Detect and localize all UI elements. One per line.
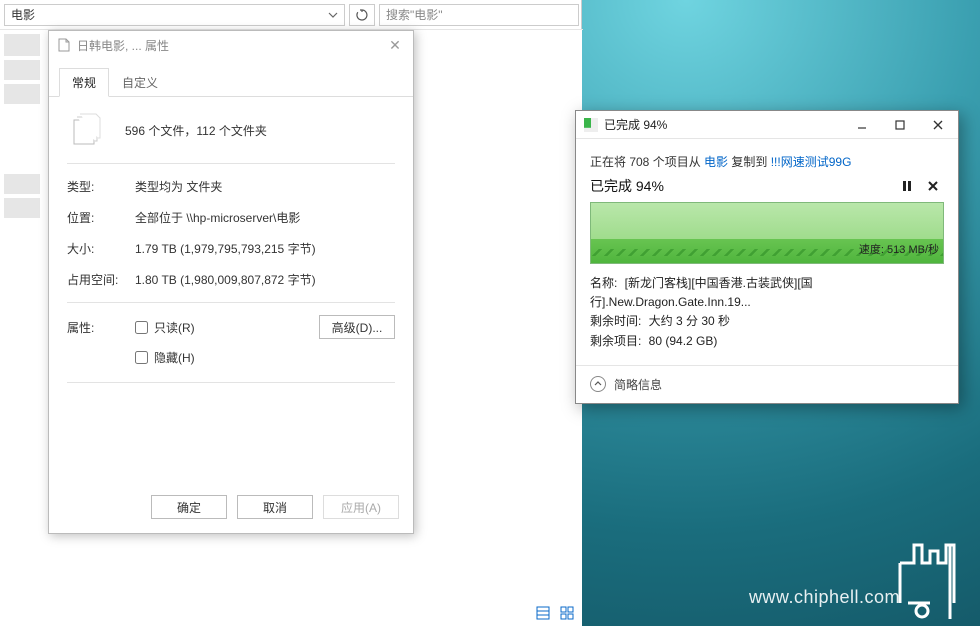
remain-items-label: 剩余项目: — [590, 334, 645, 348]
copy-titlebar[interactable]: 已完成 94% — [576, 111, 958, 139]
type-value: 类型均为 文件夹 — [135, 178, 395, 195]
nav-pane — [0, 30, 44, 626]
copy-dialog: 已完成 94% 正在将 708 个项目从 电影 复制到 !!!网速测试99G 已… — [575, 110, 959, 404]
advanced-button[interactable]: 高级(D)... — [319, 315, 395, 339]
maximize-button[interactable] — [884, 113, 916, 137]
pause-button[interactable] — [896, 176, 918, 196]
size-label: 大小: — [67, 240, 135, 257]
name-value: [新龙门客栈][中国香港.古装武侠][国行].New.Dragon.Gate.I… — [590, 276, 813, 309]
copy-done-text: 已完成 94% — [590, 176, 892, 196]
readonly-checkbox[interactable]: 只读(R) — [135, 319, 319, 336]
nav-item[interactable] — [4, 198, 40, 218]
copy-action-prefix: 正在将 708 个项目从 — [590, 155, 704, 169]
properties-body: 596 个文件，112 个文件夹 类型:类型均为 文件夹 位置:全部位于 \\h… — [49, 97, 413, 399]
collapse-label: 简略信息 — [614, 376, 662, 393]
throughput-chart: 速度: 513 MB/秒 — [590, 202, 944, 264]
type-label: 类型: — [67, 178, 135, 195]
close-button[interactable]: ✕ — [385, 37, 405, 54]
properties-dialog: 日韩电影, ... 属性 ✕ 常规 自定义 596 个文件，112 个文件夹 类… — [48, 30, 414, 534]
watermark-text: www.chiphell.com — [749, 587, 900, 608]
copy-progress-icon — [584, 118, 598, 132]
summary-text: 596 个文件，112 个文件夹 — [125, 122, 267, 139]
search-box[interactable]: 搜索"电影" — [379, 4, 579, 26]
nav-item[interactable] — [4, 84, 40, 104]
close-button[interactable] — [922, 113, 954, 137]
collapse-row[interactable]: 简略信息 — [576, 365, 958, 403]
copy-title: 已完成 94% — [604, 116, 840, 133]
copy-action-line: 正在将 708 个项目从 电影 复制到 !!!网速测试99G — [590, 153, 944, 170]
copy-dst-link[interactable]: !!!网速测试99G — [771, 155, 852, 169]
docstack-icon — [67, 111, 105, 149]
readonly-label: 只读(R) — [154, 319, 195, 336]
copy-meta: 名称: [新龙门客栈][中国香港.古装武侠][国行].New.Dragon.Ga… — [590, 274, 944, 351]
hidden-checkbox[interactable]: 隐藏(H) — [135, 349, 395, 366]
explorer-toolbar: 电影 搜索"电影" — [0, 0, 583, 30]
speed-value: 513 MB/秒 — [887, 244, 939, 256]
address-dropdown-icon[interactable] — [328, 10, 338, 20]
dialog-button-row: 确定 取消 应用(A) — [49, 495, 413, 519]
remain-time-value: 大约 3 分 30 秒 — [649, 314, 730, 328]
size-on-disk-label: 占用空间: — [67, 271, 135, 288]
remain-items-value: 80 (94.2 GB) — [649, 334, 718, 348]
view-details-icon[interactable] — [534, 604, 552, 622]
cancel-button[interactable]: 取消 — [237, 495, 313, 519]
address-text: 电影 — [11, 6, 35, 23]
minimize-button[interactable] — [846, 113, 878, 137]
chevron-up-icon — [590, 376, 606, 392]
size-value: 1.79 TB (1,979,795,793,215 字节) — [135, 240, 395, 257]
properties-title-icon — [57, 38, 71, 52]
location-value: 全部位于 \\hp-microserver\电影 — [135, 209, 395, 226]
name-label: 名称: — [590, 276, 621, 290]
location-label: 位置: — [67, 209, 135, 226]
chart-speed-label: 速度: 513 MB/秒 — [859, 241, 939, 257]
ok-button[interactable]: 确定 — [151, 495, 227, 519]
hidden-label: 隐藏(H) — [154, 349, 195, 366]
address-bar[interactable]: 电影 — [4, 4, 345, 26]
properties-title: 日韩电影, ... 属性 — [77, 37, 169, 54]
readonly-checkbox-input[interactable] — [135, 321, 148, 334]
copy-body: 正在将 708 个项目从 电影 复制到 !!!网速测试99G 已完成 94% 速… — [576, 139, 958, 365]
chiphell-logo — [896, 541, 972, 624]
tabstrip: 常规 自定义 — [49, 59, 413, 97]
copy-src-link[interactable]: 电影 — [704, 155, 728, 169]
remain-time-label: 剩余时间: — [590, 314, 645, 328]
hidden-checkbox-input[interactable] — [135, 351, 148, 364]
tab-custom[interactable]: 自定义 — [109, 68, 171, 97]
nav-item[interactable] — [4, 60, 40, 80]
cancel-copy-button[interactable] — [922, 176, 944, 196]
apply-button[interactable]: 应用(A) — [323, 495, 399, 519]
search-placeholder: 搜索"电影" — [386, 6, 443, 23]
properties-titlebar[interactable]: 日韩电影, ... 属性 ✕ — [49, 31, 413, 59]
size-on-disk-value: 1.80 TB (1,980,009,807,872 字节) — [135, 271, 395, 288]
view-grid-icon[interactable] — [558, 604, 576, 622]
copy-action-mid: 复制到 — [728, 155, 771, 169]
speed-label: 速度: — [859, 244, 887, 256]
nav-item[interactable] — [4, 174, 40, 194]
refresh-button[interactable] — [349, 4, 375, 26]
attributes-label: 属性: — [67, 319, 135, 336]
nav-item[interactable] — [4, 34, 40, 56]
tab-general[interactable]: 常规 — [59, 68, 109, 97]
